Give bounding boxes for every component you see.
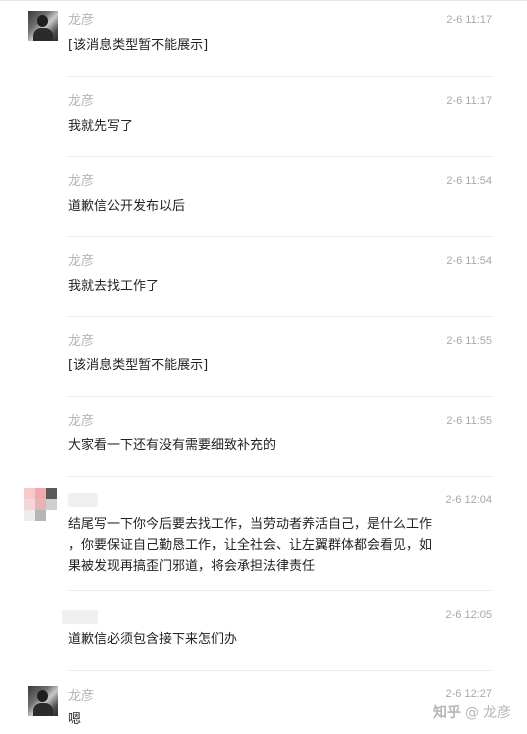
blurred-pixel: [46, 499, 57, 510]
watermark: 知乎 @ 龙彦: [433, 704, 511, 722]
watermark-author: 龙彦: [483, 705, 511, 721]
message-text: 道歉信公开发布以后: [68, 199, 186, 214]
message-time: 2-6 11:17: [446, 14, 492, 26]
sender-name[interactable]: 龙彦: [68, 689, 94, 705]
blurred-pixel: [24, 499, 35, 510]
message-text: 我就先写了: [68, 119, 134, 134]
watermark-at: @: [465, 705, 479, 721]
zhihu-logo: 知乎: [433, 705, 461, 721]
blurred-pixel: [46, 488, 57, 499]
blurred-pixel: [24, 488, 35, 499]
message-divider: [68, 76, 492, 77]
blurred-pixel: [35, 488, 46, 499]
message-text: 结尾写一下你今后要去找工作，当劳动者养活自己，是什么工作 ，你要保证自己勤恳工作…: [68, 517, 433, 574]
top-divider: [0, 0, 527, 1]
message-time: 2-6 11:55: [446, 335, 492, 347]
message-divider: [68, 156, 492, 157]
sender-name-redacted[interactable]: [68, 493, 98, 507]
sender-name[interactable]: 龙彦: [68, 94, 94, 110]
message-divider: [68, 670, 492, 671]
blurred-pixel: [24, 510, 35, 521]
sender-name-redacted[interactable]: [62, 610, 98, 624]
message-divider: [68, 316, 492, 317]
message-time: 2-6 12:27: [445, 688, 492, 700]
message-divider: [68, 476, 492, 477]
message-text: 大家看一下还有没有需要细致补充的: [68, 438, 277, 453]
message-divider: [68, 396, 492, 397]
message-text: [该消息类型暂不能展示]: [68, 358, 209, 373]
sender-name[interactable]: 龙彦: [68, 254, 94, 270]
message-time: 2-6 11:54: [446, 255, 492, 267]
message-text: 道歉信必须包含接下来怎们办: [68, 632, 238, 647]
message-time: 2-6 12:05: [445, 609, 492, 621]
blurred-pixel: [35, 510, 46, 521]
sender-name[interactable]: 龙彦: [68, 174, 94, 190]
message-text: 嗯: [68, 712, 82, 727]
sender-name[interactable]: 龙彦: [68, 334, 94, 350]
message-time: 2-6 11:55: [446, 415, 492, 427]
avatar[interactable]: [24, 488, 62, 526]
sender-name[interactable]: 龙彦: [68, 13, 94, 29]
message-divider: [68, 590, 492, 591]
message-text: [该消息类型暂不能展示]: [68, 38, 209, 53]
message-divider: [68, 236, 492, 237]
sender-name[interactable]: 龙彦: [68, 414, 94, 430]
message-time: 2-6 11:54: [446, 175, 492, 187]
message-time: 2-6 11:17: [446, 95, 492, 107]
message-text: 我就去找工作了: [68, 279, 160, 294]
message-time: 2-6 12:04: [445, 494, 492, 506]
avatar-photo: [28, 686, 58, 716]
blurred-pixel: [35, 499, 46, 510]
avatar[interactable]: [28, 686, 58, 716]
avatar-photo: [28, 11, 58, 41]
avatar[interactable]: [28, 11, 58, 41]
